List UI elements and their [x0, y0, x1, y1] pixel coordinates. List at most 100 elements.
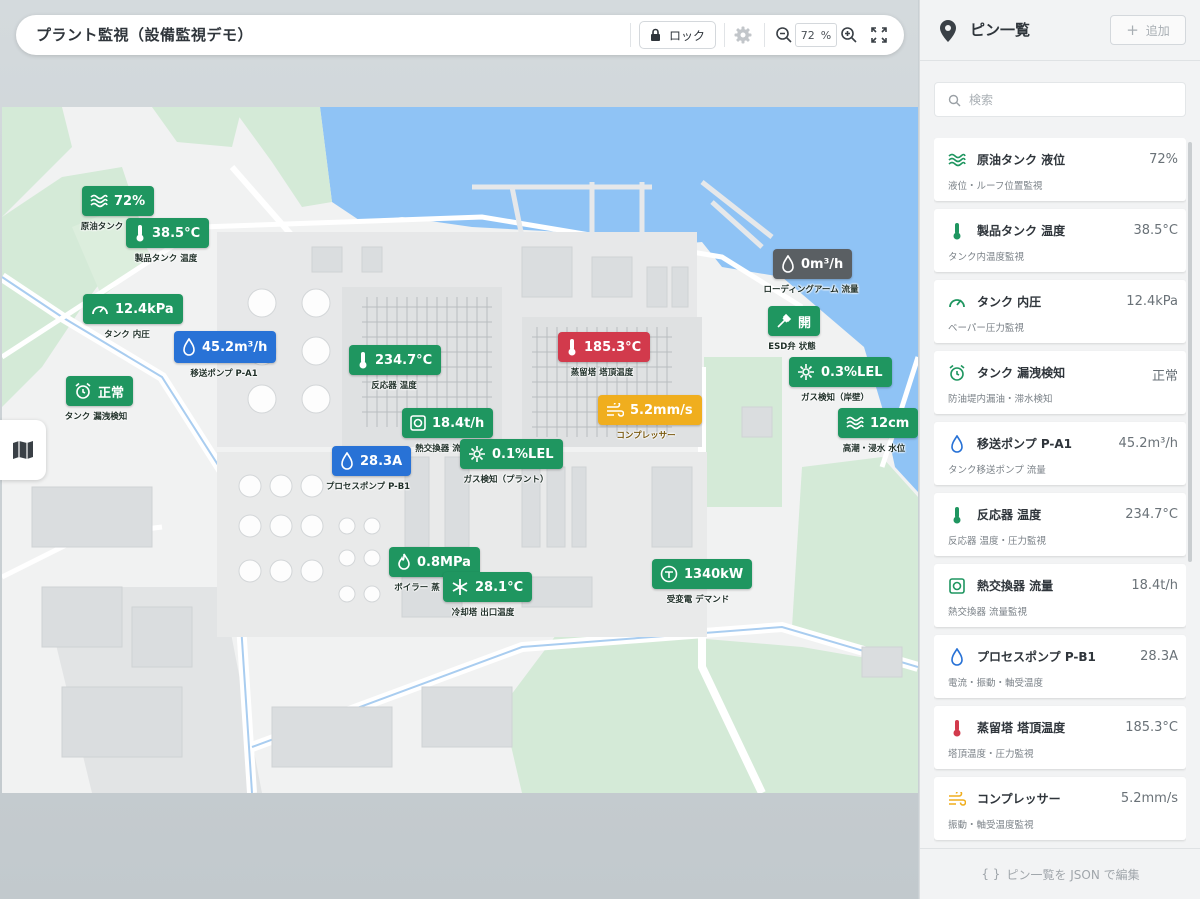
pin-loading-arm[interactable]: 0m³/h ローディングアーム 流量 [763, 249, 859, 295]
drop-icon [951, 648, 963, 666]
pin-card-distill-temp[interactable]: 蒸留塔 塔頂温度 185.3°C 塔頂温度・圧力監視 [934, 706, 1186, 769]
add-pin-button[interactable]: + 追加 [1110, 15, 1186, 45]
pin-label: タンク 漏洩検知 [64, 412, 128, 422]
pin-label: 移送ポンプ P-A1 [190, 369, 258, 379]
pin-value: 45.2m³/h [202, 339, 268, 355]
pin-card-value: 28.3A [1140, 649, 1178, 664]
map-panel-toggle[interactable] [0, 420, 46, 480]
pin-card-name: 熱交換器 流量 [977, 579, 1054, 593]
pin-card-list: 原油タンク 液位 72% 液位・ルーフ位置監視 製品タンク 温度 38.5°C … [934, 138, 1186, 846]
pin-card-compressor[interactable]: コンプレッサー 5.2mm/s 振動・軸受温度監視 [934, 777, 1186, 840]
pin-label: 冷却塔 出口温度 [451, 608, 515, 618]
edit-json-button[interactable]: { } ピン一覧を JSON で編集 [920, 848, 1200, 899]
pin-distill-temp[interactable]: 185.3°C 蒸留塔 塔頂温度 [558, 332, 651, 378]
pin-card-name: 反応器 温度 [977, 508, 1042, 522]
pin-compressor[interactable]: 5.2mm/s コンプレッサー [598, 395, 702, 441]
pin-card-description: 反応器 温度・圧力監視 [948, 536, 1047, 547]
pin-card-value: 18.4t/h [1131, 578, 1178, 593]
pin-card-description: タンク内温度監視 [948, 252, 1025, 263]
pin-gas-shore[interactable]: 0.3%LEL ガス検知（岸壁） [789, 357, 892, 403]
pin-leak-detect[interactable]: 正常 タンク 漏洩検知 [65, 376, 134, 422]
pin-value: 185.3°C [584, 339, 642, 355]
flame-icon [398, 553, 410, 570]
add-pin-label: 追加 [1145, 23, 1170, 38]
divider [724, 23, 725, 47]
alarm-clock-icon [949, 364, 965, 381]
thermometer-icon [953, 720, 961, 737]
pin-card-reactor-temp[interactable]: 反応器 温度 234.7°C 反応器 温度・圧力監視 [934, 493, 1186, 556]
search-icon [948, 94, 961, 107]
pin-card-description: 液位・ルーフ位置監視 [948, 181, 1043, 192]
thermometer-icon [953, 223, 961, 240]
pin-card-transfer-pump[interactable]: 移送ポンプ P-A1 45.2m³/h タンク移送ポンプ 流量 [934, 422, 1186, 485]
pin-label: ESD弁 状態 [768, 342, 816, 352]
zoom-out-icon[interactable] [774, 25, 794, 45]
pin-card-description: 塔頂温度・圧力監視 [948, 749, 1034, 760]
map-workspace[interactable]: 72% 原油タンク 38.5°C 製品タンク 温度 12.4kPa タンク 内圧… [0, 0, 918, 899]
pin-substation[interactable]: 1340kW 受変電 デマンド [652, 559, 753, 605]
pin-card-name: 移送ポンプ P-A1 [977, 437, 1073, 451]
gas-icon [798, 364, 814, 380]
lock-button[interactable]: ロック [639, 21, 716, 49]
pin-label: 高潮・浸水 水位 [842, 444, 906, 454]
pin-label: 受変電 デマンド [666, 595, 730, 605]
pin-label: 蒸留塔 塔頂温度 [570, 368, 634, 378]
sidebar-title: ピン一覧 [970, 21, 1031, 39]
pin-card-liquid-level[interactable]: 原油タンク 液位 72% 液位・ルーフ位置監視 [934, 138, 1186, 201]
search-box [934, 82, 1186, 117]
pin-card-tank-pressure[interactable]: タンク 内圧 12.4kPa ベーパー圧力監視 [934, 280, 1186, 343]
drop-icon [183, 338, 195, 356]
map-icon [13, 441, 33, 459]
pin-card-heat-exchanger[interactable]: 熱交換器 流量 18.4t/h 熱交換器 流量監視 [934, 564, 1186, 627]
gear-icon[interactable] [733, 25, 753, 45]
pin-liquid-level[interactable]: 72% 原油タンク [81, 186, 155, 232]
snow-icon [452, 579, 468, 595]
pin-gas-plant[interactable]: 0.1%LEL ガス検知（プラント） [460, 439, 563, 485]
zoom-level-field[interactable]: 72 % [795, 23, 837, 47]
pin-heat-exchanger[interactable]: 18.4t/h 熱交換器 流 [402, 408, 494, 454]
lock-icon [650, 28, 660, 41]
braces-icon: { } [981, 867, 1001, 881]
pin-card-leak-detect[interactable]: タンク 漏洩検知 正常 防油堤内漏油・滞水検知 [934, 351, 1186, 414]
pin-card-process-pump[interactable]: プロセスポンプ P-B1 28.3A 電流・振動・軸受温度 [934, 635, 1186, 698]
gauge-icon [92, 306, 108, 315]
pin-card-product-temp[interactable]: 製品タンク 温度 38.5°C タンク内温度監視 [934, 209, 1186, 272]
list-scrollbar[interactable] [1188, 142, 1192, 562]
pin-label: タンク 内圧 [104, 330, 150, 340]
valve-icon [777, 313, 792, 328]
pin-esd-valve[interactable]: 開 ESD弁 状態 [768, 306, 821, 352]
pin-value: 28.1°C [475, 579, 524, 595]
map-pin-icon [940, 20, 956, 42]
alarm-clock-icon [75, 382, 91, 399]
pin-value: 12cm [870, 415, 910, 431]
pin-transfer-pump[interactable]: 45.2m³/h 移送ポンプ P-A1 [174, 331, 277, 379]
pin-reactor-temp[interactable]: 234.7°C 反応器 温度 [349, 345, 442, 391]
pin-card-description: 防油堤内漏油・滞水検知 [948, 394, 1053, 405]
zoom-in-icon[interactable] [839, 25, 859, 45]
pin-value: 18.4t/h [432, 415, 485, 431]
drop-icon [341, 452, 353, 470]
fullscreen-icon[interactable] [869, 25, 889, 45]
zoom-unit: % [820, 28, 832, 42]
pin-card-value: 12.4kPa [1126, 294, 1178, 309]
pin-product-temp[interactable]: 38.5°C 製品タンク 温度 [126, 218, 210, 264]
wave-icon [948, 153, 966, 167]
pin-card-name: 製品タンク 温度 [977, 224, 1066, 238]
pin-tide-level[interactable]: 12cm 高潮・浸水 水位 [838, 408, 918, 454]
divider [764, 23, 765, 47]
exchanger-icon [410, 415, 426, 431]
pin-card-description: ベーパー圧力監視 [948, 323, 1024, 334]
pin-label: ボイラー 蒸 [394, 583, 440, 593]
pin-value: 0m³/h [801, 256, 844, 272]
gas-icon [469, 446, 485, 462]
pin-cooling-tower[interactable]: 28.1°C 冷却塔 出口温度 [443, 572, 533, 618]
pin-value: 28.3A [360, 453, 403, 469]
pin-card-description: 振動・軸受温度監視 [948, 820, 1034, 831]
pin-tank-pressure[interactable]: 12.4kPa タンク 内圧 [83, 294, 183, 340]
wind-icon [949, 792, 966, 806]
search-input[interactable] [969, 83, 1179, 116]
pin-card-value: 正常 [1151, 369, 1178, 384]
pin-process-pump[interactable]: 28.3A プロセスポンプ P-B1 [326, 446, 412, 492]
pin-card-description: 電流・振動・軸受温度 [948, 678, 1044, 689]
wave-icon [846, 416, 864, 430]
